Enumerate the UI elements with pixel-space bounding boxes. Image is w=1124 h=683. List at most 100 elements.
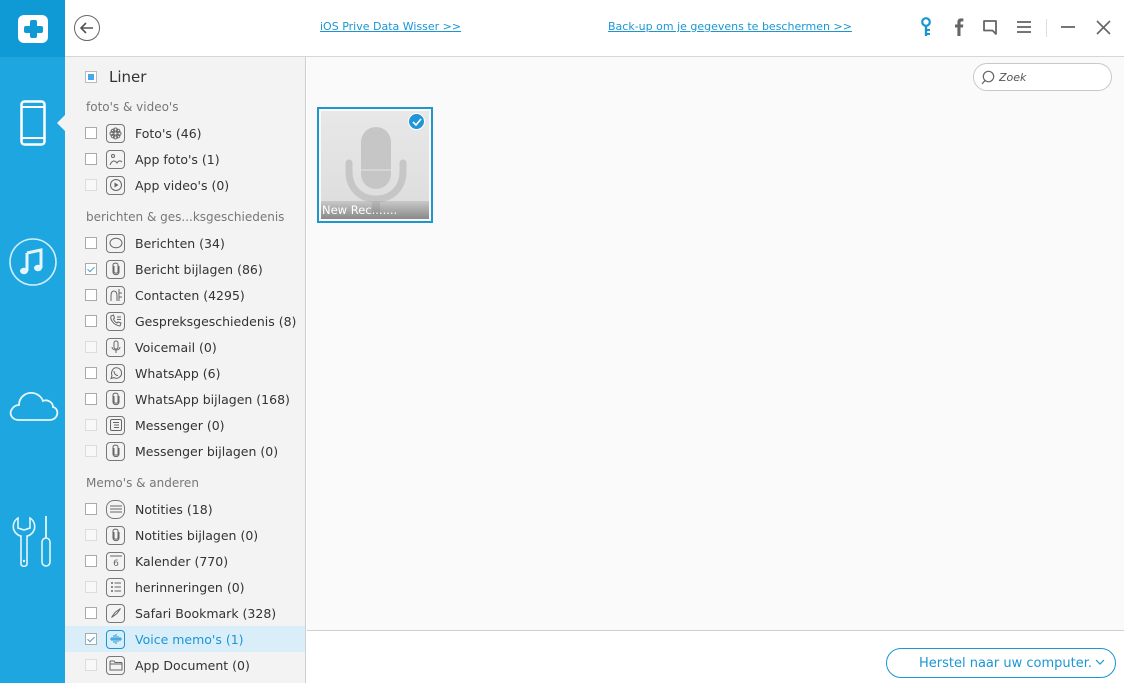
category-label: Notities bijlagen (0) bbox=[135, 527, 259, 543]
category-label: Messenger (0) bbox=[135, 417, 225, 433]
rail-item-itunes[interactable] bbox=[0, 236, 65, 288]
category-label: Voicemail (0) bbox=[135, 339, 217, 355]
category-item-messenger-attachments[interactable]: Messenger bijlagen (0) bbox=[65, 438, 305, 464]
restore-to-computer-button[interactable]: Herstel naar uw computer. bbox=[886, 648, 1116, 678]
category-item-voicemail[interactable]: Voicemail (0) bbox=[65, 334, 305, 360]
app-logo bbox=[0, 0, 65, 57]
messenger-icon bbox=[106, 415, 125, 435]
menu-icon bbox=[1017, 21, 1031, 33]
dr-fone-plus-logo-icon bbox=[17, 14, 48, 43]
select-all-row[interactable]: Liner bbox=[85, 67, 146, 87]
checkbox[interactable] bbox=[85, 153, 97, 165]
category-item-app-documents[interactable]: App Document (0) bbox=[65, 652, 305, 678]
toolbar-divider bbox=[1046, 19, 1047, 37]
category-label: App foto's (1) bbox=[135, 151, 220, 167]
phone-icon bbox=[19, 100, 46, 146]
music-icon bbox=[8, 238, 57, 286]
category-label: Messenger bijlagen (0) bbox=[135, 443, 279, 459]
category-label: herinneringen (0) bbox=[135, 579, 245, 595]
category-panel: Liner foto's & video's Foto's (46) App f… bbox=[65, 57, 306, 683]
menu-button[interactable] bbox=[1014, 17, 1034, 37]
category-item-whatsapp-attachments[interactable]: WhatsApp bijlagen (168) bbox=[65, 386, 305, 412]
group-title: foto's & video's bbox=[86, 100, 179, 114]
compass-icon bbox=[106, 603, 125, 623]
calendar-icon: 6 bbox=[106, 551, 125, 571]
feedback-button[interactable] bbox=[980, 17, 1000, 37]
category-label: WhatsApp bijlagen (168) bbox=[135, 391, 290, 407]
privacy-eraser-link[interactable]: iOS Prive Data Wisser >> bbox=[320, 20, 461, 33]
rail-item-tools[interactable] bbox=[0, 512, 65, 572]
category-label: WhatsApp (6) bbox=[135, 365, 221, 381]
checkbox[interactable] bbox=[85, 555, 97, 567]
category-item-app-videos[interactable]: App video's (0) bbox=[65, 172, 305, 198]
checkbox[interactable] bbox=[85, 529, 97, 541]
search-input[interactable] bbox=[999, 70, 1109, 84]
rail-item-device[interactable] bbox=[0, 92, 65, 154]
checkbox[interactable] bbox=[85, 607, 97, 619]
checkbox[interactable] bbox=[85, 127, 97, 139]
paperclip-icon bbox=[106, 441, 125, 461]
facebook-button[interactable] bbox=[949, 17, 969, 37]
category-item-whatsapp[interactable]: WhatsApp (6) bbox=[65, 360, 305, 386]
selected-check-badge[interactable] bbox=[408, 113, 425, 130]
category-item-photos[interactable]: Foto's (46) bbox=[65, 120, 305, 146]
paperclip-icon bbox=[106, 259, 125, 279]
category-item-voice-memos[interactable]: Voice memo's (1) bbox=[65, 626, 305, 652]
category-item-safari-bookmarks[interactable]: Safari Bookmark (328) bbox=[65, 600, 305, 626]
device-name-label: Liner bbox=[109, 68, 147, 86]
chevron-down-icon[interactable] bbox=[1095, 658, 1105, 666]
checkbox[interactable] bbox=[85, 393, 97, 405]
voice-memo-item[interactable]: New Rec....... bbox=[317, 107, 433, 223]
thumbnail: New Rec....... bbox=[321, 111, 429, 219]
checkbox[interactable] bbox=[85, 263, 97, 275]
category-item-calendar[interactable]: 6 Kalender (770) bbox=[65, 548, 305, 574]
category-label: Contacten (4295) bbox=[135, 287, 245, 303]
folder-icon bbox=[106, 655, 125, 675]
checkbox[interactable] bbox=[85, 341, 97, 353]
search-box[interactable] bbox=[973, 63, 1112, 91]
facebook-icon bbox=[955, 18, 964, 36]
category-item-notes-attachments[interactable]: Notities bijlagen (0) bbox=[65, 522, 305, 548]
checkbox[interactable] bbox=[85, 179, 97, 191]
category-label: Bericht bijlagen (86) bbox=[135, 261, 263, 277]
checkbox[interactable] bbox=[85, 315, 97, 327]
category-item-message-attachments[interactable]: Bericht bijlagen (86) bbox=[65, 256, 305, 282]
content-area: New Rec....... bbox=[307, 57, 1124, 630]
checkbox[interactable] bbox=[85, 419, 97, 431]
checkbox[interactable] bbox=[85, 581, 97, 593]
category-label: Foto's (46) bbox=[135, 125, 202, 141]
category-item-app-photos[interactable]: App foto's (1) bbox=[65, 146, 305, 172]
checkbox[interactable] bbox=[85, 659, 97, 671]
waveform-icon bbox=[106, 629, 125, 649]
feedback-icon bbox=[983, 20, 997, 35]
call-history-icon bbox=[106, 311, 125, 331]
tools-icon bbox=[12, 516, 51, 568]
category-item-messages[interactable]: Berichten (34) bbox=[65, 230, 305, 256]
nav-rail bbox=[0, 0, 65, 683]
minimize-button[interactable] bbox=[1058, 17, 1078, 37]
close-button[interactable] bbox=[1093, 17, 1113, 37]
close-icon bbox=[1095, 19, 1111, 35]
image-icon bbox=[106, 149, 125, 169]
category-item-call-history[interactable]: Gespreksgeschiedenis (8) bbox=[65, 308, 305, 334]
register-key-button[interactable] bbox=[916, 17, 936, 37]
select-all-checkbox[interactable] bbox=[85, 71, 97, 83]
top-bar: iOS Prive Data Wisser >> Back-up om je g… bbox=[65, 0, 1124, 57]
checkbox[interactable] bbox=[85, 237, 97, 249]
category-item-contacts[interactable]: Contacten (4295) bbox=[65, 282, 305, 308]
checkbox[interactable] bbox=[85, 289, 97, 301]
category-item-reminders[interactable]: herinneringen (0) bbox=[65, 574, 305, 600]
checkbox[interactable] bbox=[85, 445, 97, 457]
key-icon bbox=[921, 17, 931, 36]
checkmark-icon bbox=[411, 117, 422, 126]
rail-item-icloud[interactable] bbox=[0, 380, 65, 430]
cloud-icon bbox=[9, 392, 58, 421]
category-item-messenger[interactable]: Messenger (0) bbox=[65, 412, 305, 438]
checkbox[interactable] bbox=[85, 503, 97, 515]
backup-link[interactable]: Back-up om je gegevens te beschermen >> bbox=[608, 20, 852, 33]
checkbox[interactable] bbox=[85, 633, 97, 645]
back-button[interactable] bbox=[74, 15, 100, 41]
search-icon bbox=[981, 70, 995, 84]
checkbox[interactable] bbox=[85, 367, 97, 379]
category-item-notes[interactable]: Notities (18) bbox=[65, 496, 305, 522]
